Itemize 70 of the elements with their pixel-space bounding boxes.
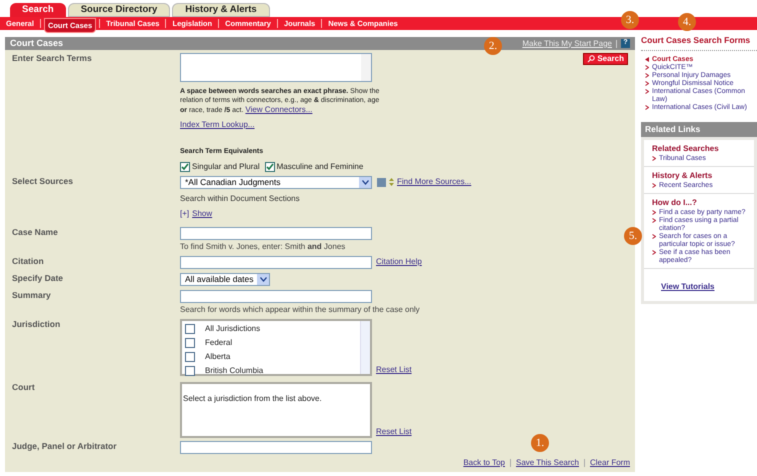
chevron-down-icon xyxy=(257,274,269,284)
link[interactable]: Save This Search xyxy=(516,456,579,468)
list-option[interactable]: All Jurisdictions xyxy=(205,322,260,334)
checkbox[interactable] xyxy=(185,324,195,334)
top-tab[interactable]: History & Alerts xyxy=(172,3,270,17)
sections-text: Search within Document Sections xyxy=(180,192,301,204)
link[interactable]: Find More Sources... xyxy=(397,176,472,188)
expand-toggle[interactable]: [+] xyxy=(180,208,190,220)
checkbox[interactable] xyxy=(185,366,195,376)
checkbox[interactable] xyxy=(185,338,195,348)
checkbox[interactable] xyxy=(180,162,190,172)
court-list[interactable]: Select a jurisdiction from the list above. xyxy=(180,382,372,438)
link[interactable]: View Connectors... xyxy=(245,105,312,114)
callout-badge: 3. xyxy=(621,11,639,29)
checkbox[interactable] xyxy=(264,162,275,172)
list-option[interactable]: Alberta xyxy=(205,350,230,362)
field-label: Summary xyxy=(12,290,52,302)
chevron-down-icon xyxy=(359,176,371,188)
caret-left-icon xyxy=(645,57,649,62)
section-heading: How do I...? xyxy=(652,196,698,208)
checkbox-label: Masculine and Feminine xyxy=(276,160,364,172)
link[interactable]: Show xyxy=(192,208,212,220)
text-field[interactable] xyxy=(180,256,372,268)
arrow-icon xyxy=(389,178,394,186)
field-label: Case Name xyxy=(12,226,59,238)
link[interactable]: Citation Help xyxy=(376,256,422,268)
field-label: Specify Date xyxy=(12,272,64,285)
panel-title: Court Cases xyxy=(10,36,64,50)
dropdown[interactable]: *All Canadian Judgments xyxy=(180,176,372,188)
checkbox[interactable] xyxy=(185,352,195,362)
chevron-right-icon xyxy=(652,183,656,188)
link[interactable]: View Tutorials xyxy=(661,282,714,290)
link[interactable]: Clear Form xyxy=(590,456,630,468)
text-field[interactable] xyxy=(180,226,372,240)
field-label: Citation xyxy=(12,256,45,268)
hint-text: To find Smith v. Jones, enter: Smith and Jones xyxy=(180,240,346,252)
link[interactable]: Index Term Lookup... xyxy=(180,119,255,131)
field-label: Enter Search Terms xyxy=(12,53,93,65)
section-heading: History & Alerts xyxy=(652,170,714,182)
jurisdiction-list[interactable]: All Jurisdictions Federal Alberta British Columbia xyxy=(180,318,372,376)
search-button[interactable]: Search xyxy=(583,53,628,65)
section-heading: Related Searches xyxy=(652,142,720,154)
link[interactable]: Back to Top xyxy=(463,456,505,468)
chevron-right-icon xyxy=(652,234,656,239)
top-tab[interactable]: Source Directory xyxy=(68,3,170,17)
scrollbar xyxy=(361,54,371,81)
scrollbar xyxy=(360,320,370,374)
dropdown[interactable]: All available dates xyxy=(180,272,270,286)
chevron-right-icon xyxy=(652,250,656,255)
field-label: Select Sources xyxy=(12,176,74,188)
checkbox-label: Singular and Plural xyxy=(192,160,260,172)
text-field[interactable] xyxy=(180,440,372,454)
text-field[interactable] xyxy=(180,290,372,302)
link[interactable]: Reset List xyxy=(376,426,412,438)
list-option[interactable]: Federal xyxy=(205,336,232,348)
sidebar-title: Court Cases Search Forms xyxy=(641,34,757,51)
field-label: Court xyxy=(12,382,36,394)
top-tab[interactable]: Search xyxy=(10,3,66,17)
chevron-right-icon xyxy=(652,156,656,161)
field-label: Judge, Panel or Arbitrator xyxy=(12,440,118,453)
hint-text: Search for words which appear within the summary of the case only xyxy=(180,304,420,316)
info-icon[interactable] xyxy=(377,178,386,186)
link[interactable]: Reset List xyxy=(376,364,412,376)
callout-badge: 4. xyxy=(678,13,696,31)
panel-header: Related Links xyxy=(641,122,757,136)
search-terms-field[interactable] xyxy=(180,53,372,82)
list-option[interactable]: British Columbia xyxy=(205,364,264,376)
field-label: Jurisdiction xyxy=(12,318,62,330)
chevron-right-icon xyxy=(645,105,649,110)
search-icon xyxy=(587,55,596,63)
